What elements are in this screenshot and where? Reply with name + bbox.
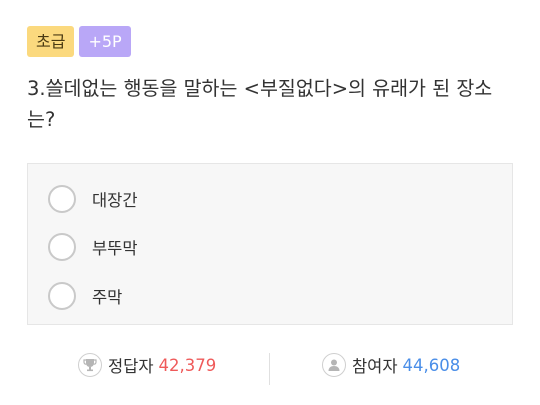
stats-divider	[269, 353, 270, 385]
option-1[interactable]: 대장간	[48, 182, 138, 216]
option-2[interactable]: 부뚜막	[48, 230, 138, 264]
user-icon	[322, 353, 346, 377]
radio-button[interactable]	[48, 185, 76, 213]
correct-value: 42,379	[158, 355, 217, 375]
participant-count: 참여자 44,608	[322, 353, 460, 377]
option-3[interactable]: 주막	[48, 279, 122, 313]
radio-button[interactable]	[48, 233, 76, 261]
points-badge: +5P	[79, 26, 131, 57]
badge-group: 초급 +5P	[27, 26, 131, 57]
correct-count: 정답자 42,379	[78, 353, 216, 377]
trophy-icon	[78, 353, 102, 377]
participant-label: 참여자	[352, 357, 398, 376]
option-label: 주막	[92, 288, 123, 307]
option-label: 대장간	[92, 191, 138, 210]
answer-options: 대장간 부뚜막 주막	[27, 163, 513, 325]
level-badge: 초급	[27, 26, 75, 57]
correct-label: 정답자	[108, 357, 154, 376]
quiz-stats: 정답자 42,379 참여자 44,608	[0, 343, 540, 385]
participant-value: 44,608	[402, 355, 461, 375]
option-label: 부뚜막	[92, 239, 138, 258]
radio-button[interactable]	[48, 282, 76, 310]
question-text: 3.쓸데없는 행동을 말하는 <부질없다>의 유래가 된 장소는?	[27, 77, 493, 131]
